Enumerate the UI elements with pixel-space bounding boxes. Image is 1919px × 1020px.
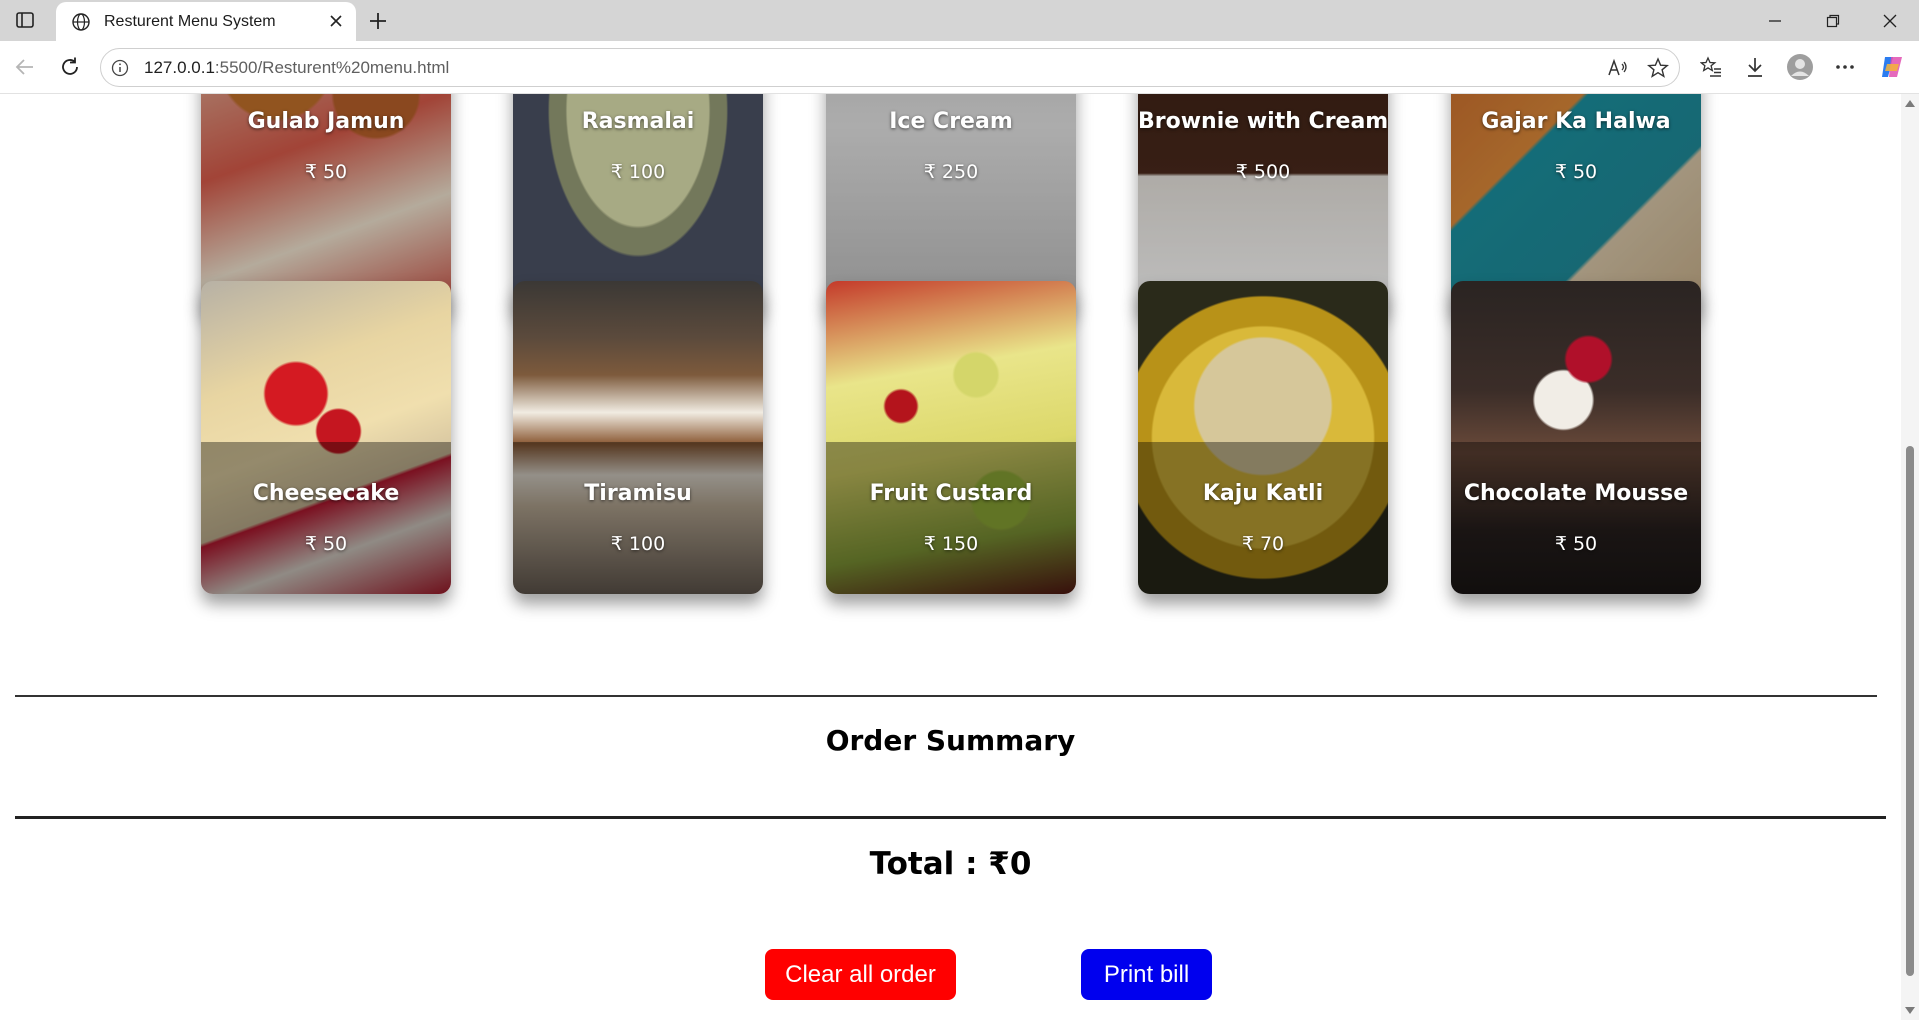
menu-card[interactable]: Tiramisu ₹ 100 [513, 281, 763, 594]
info-icon[interactable] [110, 58, 130, 78]
refresh-icon[interactable] [53, 50, 87, 84]
item-name: Brownie with Cream [1138, 109, 1388, 134]
item-price: ₹ 150 [923, 533, 979, 555]
favorite-star-icon[interactable] [1646, 56, 1670, 80]
menu-card[interactable]: Kaju Katli ₹ 70 [1138, 281, 1388, 594]
scrollbar-thumb[interactable] [1906, 446, 1914, 976]
item-name: Rasmalai [581, 109, 695, 134]
divider [15, 816, 1886, 819]
close-icon[interactable] [326, 11, 346, 31]
item-price: ₹ 500 [1235, 161, 1291, 183]
profile-icon[interactable] [1783, 50, 1817, 84]
menu-card[interactable]: Fruit Custard ₹ 150 [826, 281, 1076, 594]
order-summary-title: Order Summary [825, 724, 1076, 757]
card-overlay [826, 442, 1076, 594]
item-name: Gajar Ka Halwa [1481, 109, 1671, 134]
plus-icon[interactable] [364, 7, 392, 35]
menu-card[interactable]: Chocolate Mousse ₹ 50 [1451, 281, 1701, 594]
sidebar-toggle-icon[interactable] [12, 9, 38, 31]
card-overlay [1138, 442, 1388, 594]
clear-all-order-button[interactable]: Clear all order [765, 949, 956, 1000]
item-name: Tiramisu [584, 481, 692, 506]
divider [15, 695, 1877, 697]
item-price: ₹ 50 [1554, 533, 1598, 555]
copilot-icon[interactable] [1875, 50, 1909, 84]
page-viewport: Gulab Jamun ₹ 50 Rasmalai ₹ 100 Ice Crea… [0, 94, 1901, 1020]
browser-tab[interactable]: Resturent Menu System [56, 2, 356, 41]
order-total: Total : ₹0 [869, 846, 1032, 882]
print-bill-button[interactable]: Print bill [1081, 949, 1212, 1000]
item-price: ₹ 100 [610, 533, 666, 555]
vertical-scrollbar[interactable] [1901, 94, 1919, 1020]
restore-icon[interactable] [1804, 0, 1862, 41]
read-aloud-icon[interactable] [1606, 56, 1630, 80]
browser-toolbar: 127.0.0.1:5500/Resturent%20menu.html [0, 41, 1919, 94]
globe-icon [70, 11, 92, 33]
item-price: ₹ 50 [1554, 161, 1598, 183]
item-price: ₹ 50 [304, 533, 348, 555]
item-name: Fruit Custard [869, 481, 1033, 506]
item-name: Gulab Jamun [247, 109, 405, 134]
scroll-down-arrow-icon[interactable] [1905, 1007, 1915, 1014]
item-name: Ice Cream [889, 109, 1013, 134]
menu-card[interactable]: Cheesecake ₹ 50 [201, 281, 451, 594]
item-name: Cheesecake [252, 481, 400, 506]
back-icon[interactable] [8, 50, 42, 84]
more-icon[interactable] [1828, 50, 1862, 84]
window-close-icon[interactable] [1861, 0, 1919, 41]
download-icon[interactable] [1738, 50, 1772, 84]
item-price: ₹ 250 [923, 161, 979, 183]
item-price: ₹ 70 [1241, 533, 1285, 555]
url-text[interactable]: 127.0.0.1:5500/Resturent%20menu.html [144, 58, 449, 78]
tab-title: Resturent Menu System [104, 12, 276, 30]
url-path: :5500/Resturent%20menu.html [214, 58, 450, 77]
item-price: ₹ 100 [610, 161, 666, 183]
card-overlay [1451, 442, 1701, 594]
item-name: Kaju Katli [1202, 481, 1324, 506]
minimize-icon[interactable] [1746, 0, 1804, 41]
address-bar[interactable]: 127.0.0.1:5500/Resturent%20menu.html [100, 48, 1680, 87]
item-name: Chocolate Mousse [1463, 481, 1689, 506]
card-overlay [201, 442, 451, 594]
favorites-list-icon[interactable] [1694, 50, 1728, 84]
scroll-up-arrow-icon[interactable] [1905, 100, 1915, 107]
url-host: 127.0.0.1 [144, 58, 215, 77]
card-overlay [513, 442, 763, 594]
item-price: ₹ 50 [304, 161, 348, 183]
tab-strip: Resturent Menu System [0, 0, 1919, 41]
